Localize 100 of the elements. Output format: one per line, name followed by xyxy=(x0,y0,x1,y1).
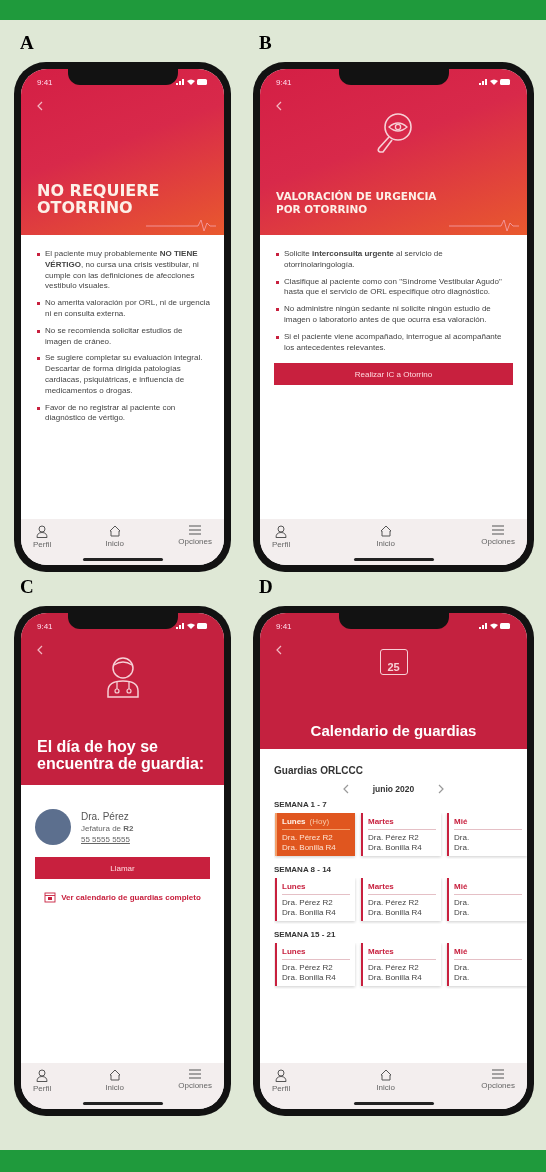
doctor-entry: Dra. Pérez R2 xyxy=(368,898,420,907)
doctor-entry: Dra. Pérez R2 xyxy=(368,833,420,842)
day-name: Martes xyxy=(368,947,394,956)
day-name: Mié xyxy=(454,882,468,891)
doctor-entry: Dra. xyxy=(454,833,471,842)
doctor-entry: Dra. xyxy=(454,908,471,917)
home-icon xyxy=(108,525,121,537)
signal-icon xyxy=(176,623,185,629)
doctor-entry: Dra. Bonilla R4 xyxy=(368,843,423,852)
panel-label: D xyxy=(259,576,274,599)
shift-card[interactable]: Martes Dra. Pérez R2 Dra. Bonilla R4 xyxy=(361,878,441,921)
next-icon[interactable] xyxy=(438,784,445,794)
wifi-icon xyxy=(187,623,195,629)
menu-icon xyxy=(189,525,202,535)
shift-card[interactable]: Lunes (Hoy) Dra. Pérez R2 Dra. Bonilla R4 xyxy=(275,813,355,856)
back-icon[interactable] xyxy=(37,645,43,655)
doctor-role: Jefatura de R2 xyxy=(81,823,134,833)
screen-title: Calendario de guardias xyxy=(309,723,478,739)
panel-label: C xyxy=(20,576,35,599)
tab-item[interactable]: Opciones xyxy=(178,525,212,546)
avatar-placeholder xyxy=(35,809,71,845)
day-name: Mié xyxy=(454,947,468,956)
tab-item[interactable]: Perfil xyxy=(33,525,52,549)
previous-icon[interactable] xyxy=(342,784,349,794)
person-icon xyxy=(275,525,288,538)
today-tag: (Hoy) xyxy=(309,817,330,826)
back-icon[interactable] xyxy=(276,101,282,111)
menu-icon xyxy=(492,1069,505,1079)
phone-link[interactable]: 55 5555 5555 xyxy=(81,834,134,844)
person-icon xyxy=(36,525,49,538)
tab-item[interactable]: Opciones xyxy=(178,1069,212,1090)
calendar-icon: 25 xyxy=(379,649,408,675)
battery-icon xyxy=(197,623,208,629)
shift-card[interactable]: Mié Dra. Dra. xyxy=(447,943,527,986)
doctor-entry: Dra. Bonilla R4 xyxy=(368,908,423,917)
menu-icon xyxy=(492,525,505,535)
tab-item[interactable]: Inicio xyxy=(105,1069,125,1092)
tab-item[interactable]: Perfil xyxy=(272,1069,291,1093)
consult-button[interactable]: Realizar IC a Otorrino xyxy=(274,363,513,386)
doctor-entry: Dra. Pérez R2 xyxy=(368,963,420,972)
signal-icon xyxy=(176,79,185,85)
status-time: 9:41 xyxy=(276,621,292,631)
tab-item[interactable]: Perfil xyxy=(272,525,291,549)
bullet-text: Si el paciente viene acompañado, interrogue al acompañante los antecedentes relevantes. xyxy=(284,331,503,354)
day-name: Martes xyxy=(368,882,394,891)
doctor-entry: Dra. xyxy=(454,963,471,972)
calendar-link[interactable]: Ver calendario de guardias completo xyxy=(61,892,201,902)
shift-card[interactable]: Martes Dra. Pérez R2 Dra. Bonilla R4 xyxy=(361,943,441,986)
tab-item[interactable]: Inicio xyxy=(376,525,396,548)
doctor-entry: Dra. xyxy=(454,898,471,907)
tab-item[interactable]: Opciones xyxy=(481,1069,515,1090)
shift-card[interactable]: Martes Dra. Pérez R2 Dra. Bonilla R4 xyxy=(361,813,441,856)
doctor-entry: Dra. Bonilla R4 xyxy=(368,973,423,982)
shift-card[interactable]: Lunes Dra. Pérez R2 Dra. Bonilla R4 xyxy=(275,878,355,921)
tab-item[interactable]: Opciones xyxy=(481,525,515,546)
back-icon[interactable] xyxy=(276,645,282,655)
day-name: Mié xyxy=(454,817,468,826)
doctor-entry: Dra. Bonilla R4 xyxy=(282,973,337,982)
doctor-entry: Dra. xyxy=(454,843,471,852)
bullet-text: No amerita valoración por ORL, ni de urgencia ni en consulta externa. xyxy=(45,298,210,320)
day-name: Lunes xyxy=(282,947,306,956)
wifi-icon xyxy=(490,623,498,629)
doctor-entry: Dra. xyxy=(454,973,471,982)
home-icon xyxy=(108,1069,121,1081)
doctor-entry: Dra. Bonilla R4 xyxy=(282,843,337,852)
shift-card[interactable]: Lunes Dra. Pérez R2 Dra. Bonilla R4 xyxy=(275,943,355,986)
pulse-line-drawing xyxy=(449,217,519,233)
signal-icon xyxy=(479,623,488,629)
bullet-text: No se recomienda solicitar estudios de imagen de cráneo. xyxy=(45,325,184,348)
tab-item[interactable]: Inicio xyxy=(376,1069,396,1092)
call-button[interactable]: Llamar xyxy=(35,857,210,879)
screen-title: VALORACIÓN DE URGENCIA POR OTORRINO xyxy=(276,189,438,217)
pulse-line-drawing xyxy=(146,217,216,233)
signal-icon xyxy=(479,79,488,85)
panel-label: A xyxy=(20,32,35,55)
month-label: junio 2020 xyxy=(372,784,415,794)
home-icon xyxy=(379,525,392,537)
tab-item[interactable]: Perfil xyxy=(33,1069,52,1093)
calendar-icon xyxy=(44,891,57,903)
battery-icon xyxy=(500,79,511,85)
tab-item[interactable]: Inicio xyxy=(105,525,125,548)
shift-card[interactable]: Mié Dra. Dra. xyxy=(447,813,527,856)
doctor-entry: Dra. Pérez R2 xyxy=(282,833,334,842)
back-icon[interactable] xyxy=(37,101,43,111)
shift-card[interactable]: Mié Dra. Dra. xyxy=(447,878,527,921)
person-icon xyxy=(275,1069,288,1082)
panel-label: B xyxy=(259,32,273,55)
status-time: 9:41 xyxy=(37,77,53,87)
doctor-entry: Dra. Bonilla R4 xyxy=(282,908,337,917)
bullet-text: Solicite interconsulta urgente al servicio de otorrinolaringología. xyxy=(284,249,444,271)
section-title: Guardias ORLCCC xyxy=(274,765,364,776)
wifi-icon xyxy=(490,79,498,85)
bullet-text: No administre ningún sedante ni solicite ningún estudio de imagen o laboratorio antes de que ocurra esa valoración. xyxy=(284,304,492,326)
status-time: 9:41 xyxy=(276,77,292,87)
menu-icon xyxy=(189,1069,202,1079)
status-time: 9:41 xyxy=(37,621,53,631)
screen-title: El día de hoy se encuentra de guardia: xyxy=(37,739,206,773)
day-name: Lunes xyxy=(282,817,306,826)
doctor-entry: Dra. Pérez R2 xyxy=(282,898,334,907)
doctor-name: Dra. Pérez xyxy=(81,810,130,822)
